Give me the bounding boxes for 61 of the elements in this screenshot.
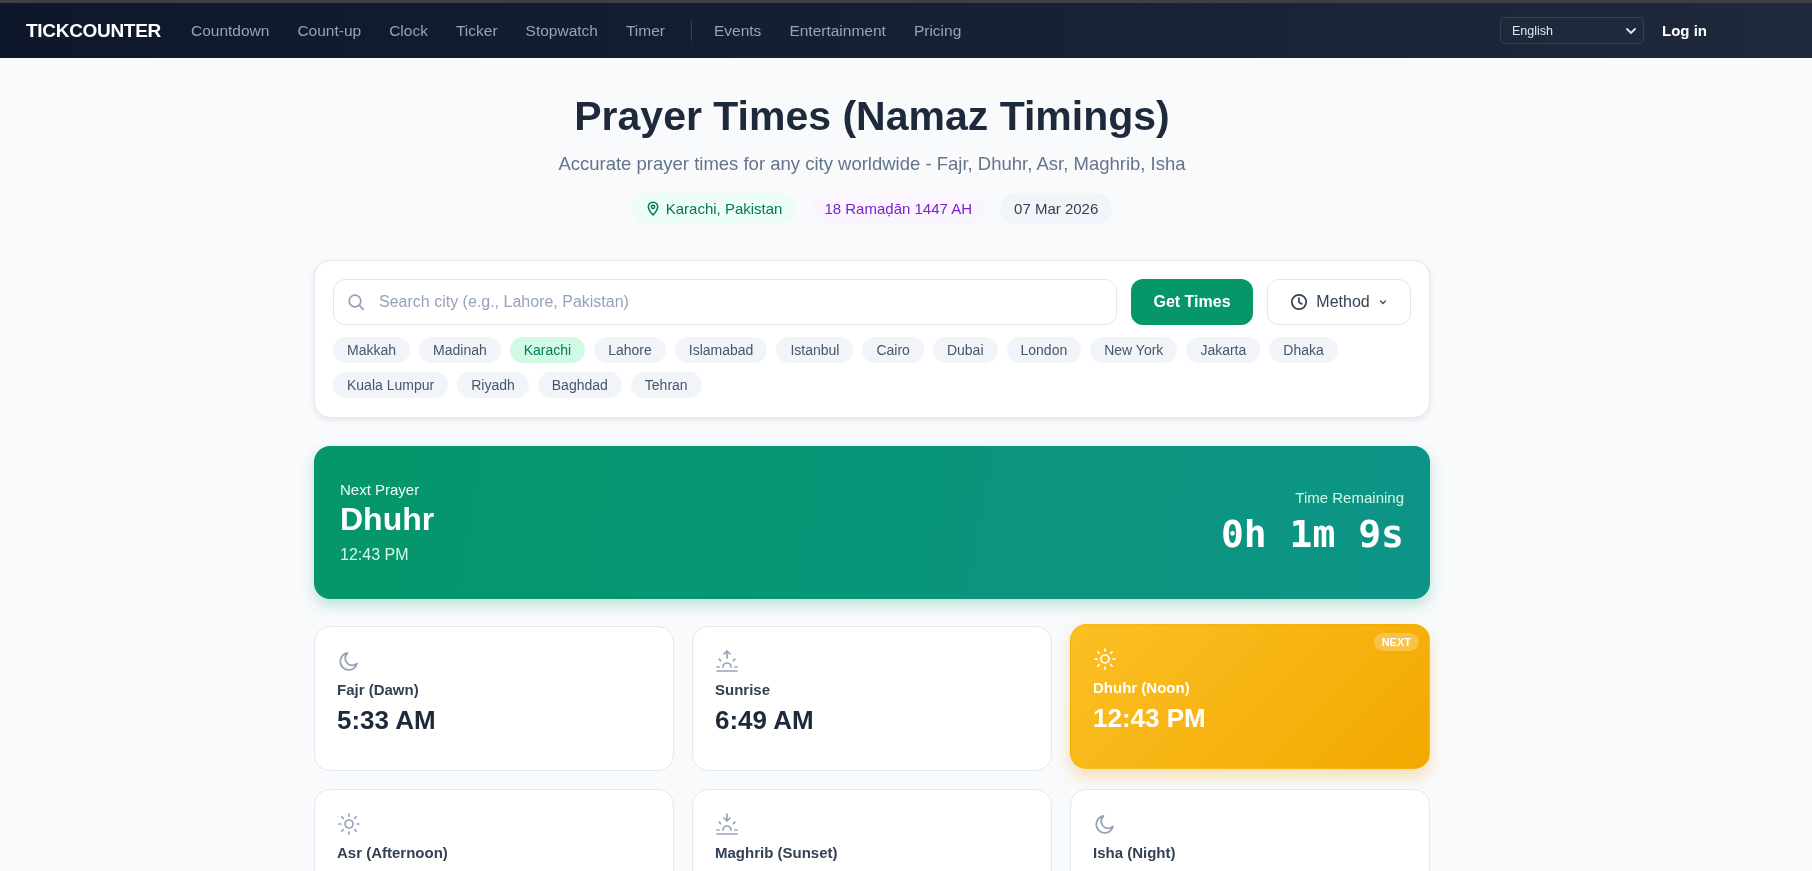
countdown-timer: 0h 1m 9s bbox=[1220, 512, 1404, 556]
prayer-name: Sunrise bbox=[715, 681, 772, 698]
map-pin-icon bbox=[645, 201, 660, 216]
page-subtitle: Accurate prayer times for any city worldwide - Fajr, Dhuhr, Asr, Maghrib, Isha bbox=[558, 153, 1186, 175]
prayer-time: 6:49 AM bbox=[715, 705, 815, 736]
site-logo[interactable]: TICKCOUNTER bbox=[26, 19, 161, 42]
city-chip[interactable]: Madinah bbox=[419, 337, 501, 363]
prayer-time: 12:43 PM bbox=[1093, 703, 1207, 734]
city-chip[interactable]: Riyadh bbox=[457, 372, 529, 398]
next-prayer-name: Dhuhr bbox=[340, 501, 435, 538]
time-remaining-label: Time Remaining bbox=[1294, 489, 1404, 506]
prayer-time: 5:33 AM bbox=[337, 705, 437, 736]
sun-icon bbox=[337, 812, 361, 836]
city-chip[interactable]: Dubai bbox=[932, 337, 998, 363]
nav-link[interactable]: Ticker bbox=[455, 21, 498, 40]
city-chip[interactable]: Karachi bbox=[509, 337, 586, 363]
city-chip[interactable]: Islamabad bbox=[674, 337, 768, 363]
prayer-name: Asr (Afternoon) bbox=[337, 844, 449, 861]
page-title: Prayer Times (Namaz Timings) bbox=[574, 92, 1170, 141]
city-chip[interactable]: Kuala Lumpur bbox=[333, 372, 449, 398]
city-chip[interactable]: Baghdad bbox=[537, 372, 622, 398]
prayer-name: Isha (Night) bbox=[1093, 844, 1177, 861]
hijri-date-badge: 18 Ramaḍān 1447 AH bbox=[810, 193, 987, 224]
login-link[interactable]: Log in bbox=[1662, 22, 1707, 39]
nav-link[interactable]: Events bbox=[714, 21, 762, 40]
prayer-name: Maghrib (Sunset) bbox=[715, 844, 839, 861]
search-icon bbox=[347, 293, 365, 311]
city-chip[interactable]: London bbox=[1006, 337, 1082, 363]
city-chip[interactable]: Cairo bbox=[862, 337, 924, 363]
nav-link[interactable]: Countdown bbox=[191, 21, 270, 40]
city-chip[interactable]: Jakarta bbox=[1186, 337, 1261, 363]
city-chip[interactable]: Lahore bbox=[594, 337, 666, 363]
clock-icon bbox=[1290, 293, 1309, 311]
nav-link[interactable]: Timer bbox=[625, 21, 665, 40]
location-text: Karachi, Pakistan bbox=[665, 200, 783, 217]
nav-link[interactable]: Entertainment bbox=[789, 21, 886, 40]
prayer-name: Fajr (Dawn) bbox=[337, 681, 420, 698]
city-chip[interactable]: Istanbul bbox=[776, 337, 854, 363]
next-prayer-label: Next Prayer bbox=[340, 481, 421, 498]
city-chip[interactable]: Makkah bbox=[333, 337, 411, 363]
language-select[interactable]: English bbox=[1500, 17, 1644, 44]
nav-link[interactable]: Clock bbox=[389, 21, 428, 40]
city-chip[interactable]: Tehran bbox=[630, 372, 702, 398]
chevron-down-icon bbox=[1377, 297, 1388, 307]
search-field[interactable]: Search city (e.g., Lahore, Pakistan) bbox=[333, 279, 1117, 325]
moon-icon bbox=[1093, 812, 1117, 836]
city-chip[interactable]: New York bbox=[1090, 337, 1178, 363]
city-chip[interactable]: Dhaka bbox=[1269, 337, 1338, 363]
next-prayer-time: 12:43 PM bbox=[340, 546, 410, 564]
nav-link[interactable]: Pricing bbox=[913, 21, 962, 40]
nav-link[interactable]: Stopwatch bbox=[525, 21, 598, 40]
sunrise-icon bbox=[715, 649, 739, 673]
moon-icon bbox=[337, 649, 361, 673]
sun-icon bbox=[1093, 647, 1117, 671]
nav-link[interactable]: Count-up bbox=[297, 21, 362, 40]
date-badge: 07 Mar 2026 bbox=[1000, 193, 1113, 224]
next-badge: NEXT bbox=[1373, 633, 1419, 651]
get-times-button[interactable]: Get Times bbox=[1131, 279, 1253, 325]
sunset-icon bbox=[715, 812, 739, 836]
method-button[interactable]: Method bbox=[1267, 279, 1411, 325]
prayer-name: Dhuhr (Noon) bbox=[1093, 679, 1191, 696]
